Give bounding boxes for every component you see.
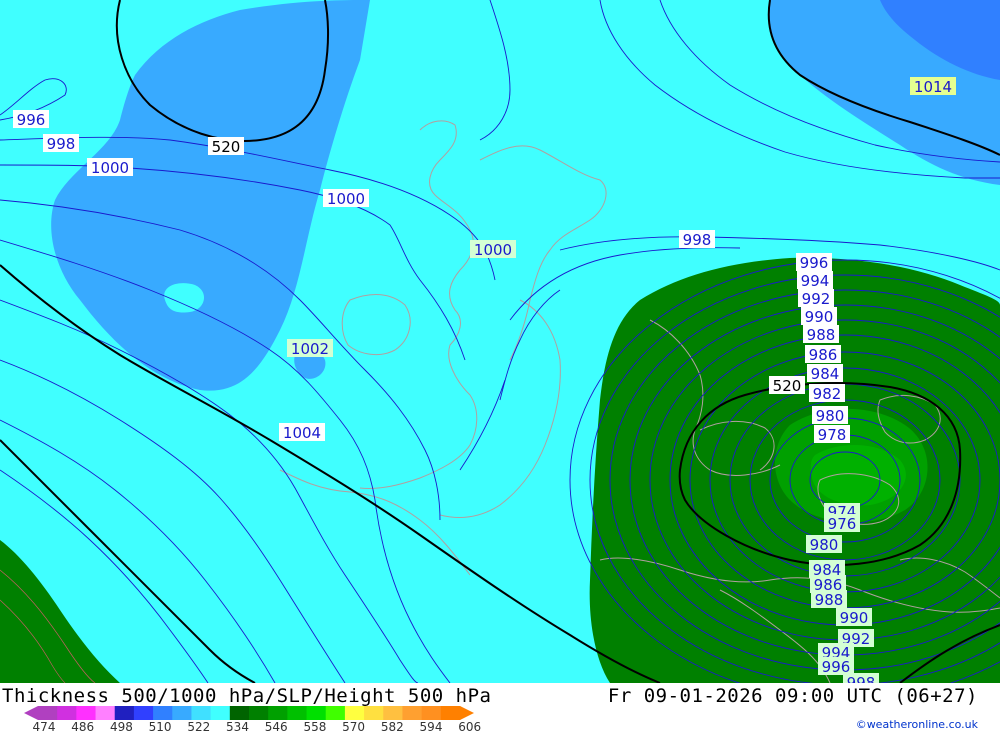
scale-swatch bbox=[325, 706, 346, 720]
scale-swatch bbox=[229, 706, 250, 720]
scale-tick-label: 582 bbox=[380, 720, 404, 734]
scale-tick-label: 474 bbox=[32, 720, 56, 734]
svg-text:990: 990 bbox=[805, 308, 834, 326]
product-title: Thickness 500/1000 hPa/SLP/Height 500 hP… bbox=[2, 685, 492, 707]
scale-tick-label: 522 bbox=[187, 720, 211, 734]
scale-swatch bbox=[172, 706, 192, 720]
svg-text:976: 976 bbox=[828, 515, 857, 533]
svg-text:998: 998 bbox=[847, 674, 876, 683]
scale-tick-label: 594 bbox=[419, 720, 443, 734]
map-footer: Thickness 500/1000 hPa/SLP/Height 500 hP… bbox=[0, 683, 1000, 734]
scale-swatch bbox=[210, 706, 231, 720]
svg-text:992: 992 bbox=[802, 290, 831, 308]
svg-text:988: 988 bbox=[815, 591, 844, 609]
scale-swatch bbox=[383, 706, 403, 720]
svg-text:994: 994 bbox=[801, 272, 830, 290]
svg-text:520: 520 bbox=[773, 377, 802, 395]
svg-text:1004: 1004 bbox=[283, 424, 321, 442]
scale-swatch bbox=[421, 706, 442, 720]
scale-tick-label: 498 bbox=[109, 720, 133, 734]
scale-swatch bbox=[364, 706, 384, 720]
scale-swatch bbox=[268, 706, 288, 720]
svg-text:1000: 1000 bbox=[474, 241, 512, 259]
svg-text:998: 998 bbox=[683, 231, 712, 249]
scale-tick-label: 546 bbox=[264, 720, 288, 734]
svg-text:520: 520 bbox=[212, 138, 241, 156]
svg-text:996: 996 bbox=[800, 254, 829, 272]
thickness-label-2: 520 bbox=[769, 376, 805, 395]
scale-swatch bbox=[76, 706, 97, 720]
svg-text:980: 980 bbox=[810, 536, 839, 554]
scale-tick-label: 570 bbox=[342, 720, 366, 734]
scale-swatch bbox=[57, 706, 77, 720]
scale-swatch bbox=[133, 706, 154, 720]
scale-swatch bbox=[191, 706, 212, 720]
scale-swatch bbox=[38, 706, 58, 720]
svg-text:1002: 1002 bbox=[291, 340, 329, 358]
scale-tick-label: 486 bbox=[71, 720, 95, 734]
scale-swatch bbox=[287, 706, 308, 720]
weather-map: 520 520 996 998 1000 1000 1000 1002 1004… bbox=[0, 0, 1000, 683]
scale-tick-label: 510 bbox=[148, 720, 172, 734]
color-scale-bar bbox=[24, 706, 474, 720]
svg-text:990: 990 bbox=[840, 609, 869, 627]
scale-swatch bbox=[344, 706, 365, 720]
credit-link[interactable]: ©weatheronline.co.uk bbox=[856, 718, 978, 731]
scale-swatch bbox=[153, 706, 173, 720]
map-svg: 520 520 996 998 1000 1000 1000 1002 1004… bbox=[0, 0, 1000, 683]
scale-swatch bbox=[114, 706, 135, 720]
svg-text:982: 982 bbox=[813, 385, 842, 403]
color-scale-ticks: 474 486 498 510 522 534 546 558 570 582 594 606 bbox=[0, 720, 520, 734]
svg-text:980: 980 bbox=[816, 407, 845, 425]
svg-text:986: 986 bbox=[809, 346, 838, 364]
thickness-band-lightblue-blob bbox=[164, 283, 205, 313]
scale-swatch bbox=[306, 706, 327, 720]
scale-swatch bbox=[440, 706, 461, 720]
scale-tick-label: 606 bbox=[458, 720, 482, 734]
scale-tick-label: 558 bbox=[303, 720, 327, 734]
svg-text:1014: 1014 bbox=[914, 78, 952, 96]
scale-swatch bbox=[402, 706, 423, 720]
valid-time: Fr 09-01-2026 09:00 UTC (06+27) bbox=[607, 685, 978, 707]
scale-swatch bbox=[95, 706, 116, 720]
scale-arrow-right bbox=[460, 706, 474, 720]
svg-text:984: 984 bbox=[811, 365, 840, 383]
svg-text:988: 988 bbox=[807, 326, 836, 344]
scale-tick-label: 534 bbox=[226, 720, 249, 734]
svg-text:1000: 1000 bbox=[91, 159, 129, 177]
thickness-label-1: 520 bbox=[208, 137, 244, 156]
svg-text:998: 998 bbox=[47, 135, 76, 153]
svg-text:1000: 1000 bbox=[327, 190, 365, 208]
svg-text:978: 978 bbox=[818, 426, 847, 444]
scale-arrow-left bbox=[24, 706, 38, 720]
svg-text:996: 996 bbox=[17, 111, 46, 129]
scale-swatch bbox=[249, 706, 269, 720]
